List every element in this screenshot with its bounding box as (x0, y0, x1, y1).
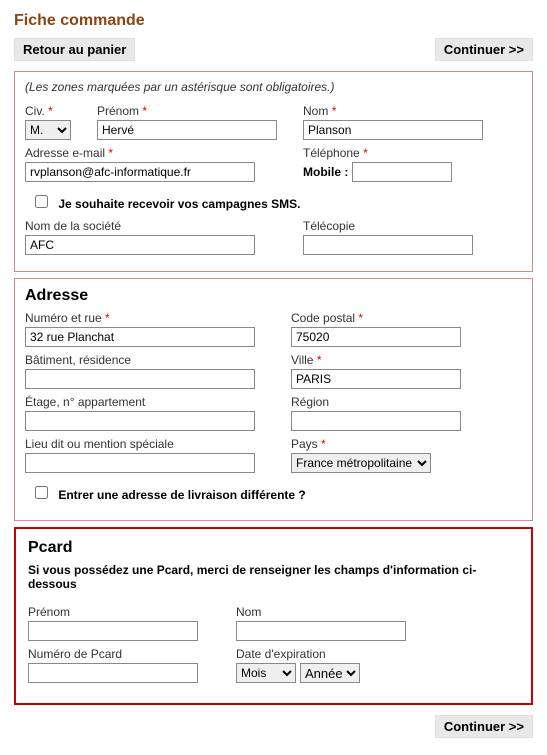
building-label: Bâtiment, résidence (25, 353, 275, 367)
firstname-label: Prénom * (97, 104, 287, 118)
locality-input[interactable] (25, 453, 255, 473)
country-select[interactable]: France métropolitaine (291, 453, 431, 473)
floor-input[interactable] (25, 411, 255, 431)
identity-section: (Les zones marquées par un astérisque so… (14, 71, 533, 272)
locality-label: Lieu dit ou mention spéciale (25, 437, 275, 451)
sms-checkbox[interactable] (35, 195, 48, 208)
pcard-firstname-label: Prénom (28, 605, 208, 619)
continue-button-top[interactable]: Continuer >> (435, 38, 533, 61)
phone-label: Téléphone * (303, 146, 452, 160)
mobile-input[interactable] (352, 162, 452, 182)
pcard-number-label: Numéro de Pcard (28, 647, 208, 661)
diff-shipping-label: Entrer une adresse de livraison différen… (58, 488, 305, 502)
city-input[interactable] (291, 369, 461, 389)
lastname-input[interactable] (303, 120, 483, 140)
address-section: Adresse Numéro et rue * Code postal * Bâ… (14, 278, 533, 521)
lastname-label: Nom * (303, 104, 493, 118)
diff-shipping-checkbox[interactable] (35, 486, 48, 499)
bottom-button-bar: Continuer >> (8, 711, 539, 738)
address-title: Adresse (25, 287, 522, 305)
street-input[interactable] (25, 327, 255, 347)
postal-label: Code postal * (291, 311, 491, 325)
region-label: Région (291, 395, 491, 409)
continue-button-bottom[interactable]: Continuer >> (435, 715, 533, 738)
top-button-bar: Retour au panier Continuer >> (8, 38, 539, 61)
street-label: Numéro et rue * (25, 311, 275, 325)
pcard-expiry-label: Date d'expiration (236, 647, 360, 661)
building-input[interactable] (25, 369, 255, 389)
pcard-lastname-label: Nom (236, 605, 416, 619)
email-label: Adresse e-mail * (25, 146, 287, 160)
email-input[interactable] (25, 162, 255, 182)
pcard-section: Pcard Si vous possédez une Pcard, merci … (14, 527, 533, 705)
pcard-month-select[interactable]: Mois (236, 663, 296, 683)
company-label: Nom de la société (25, 219, 287, 233)
back-to-cart-button[interactable]: Retour au panier (14, 38, 135, 61)
pcard-hint: Si vous possédez une Pcard, merci de ren… (28, 563, 519, 591)
fax-label: Télécopie (303, 219, 473, 233)
required-hint: (Les zones marquées par un astérisque so… (25, 80, 522, 94)
pcard-firstname-input[interactable] (28, 621, 198, 641)
pcard-year-select[interactable]: Année (300, 663, 360, 683)
pcard-title: Pcard (28, 539, 519, 557)
fax-input[interactable] (303, 235, 473, 255)
sms-label: Je souhaite recevoir vos campagnes SMS. (58, 197, 300, 211)
postal-input[interactable] (291, 327, 461, 347)
pcard-number-input[interactable] (28, 663, 198, 683)
civ-select[interactable]: M. (25, 120, 71, 140)
company-input[interactable] (25, 235, 255, 255)
firstname-input[interactable] (97, 120, 277, 140)
region-input[interactable] (291, 411, 461, 431)
country-label: Pays * (291, 437, 491, 451)
page-title: Fiche commande (14, 12, 539, 30)
civ-label: Civ. * (25, 104, 81, 118)
city-label: Ville * (291, 353, 491, 367)
mobile-label: Mobile : (303, 165, 348, 179)
pcard-lastname-input[interactable] (236, 621, 406, 641)
floor-label: Étage, n° appartement (25, 395, 275, 409)
